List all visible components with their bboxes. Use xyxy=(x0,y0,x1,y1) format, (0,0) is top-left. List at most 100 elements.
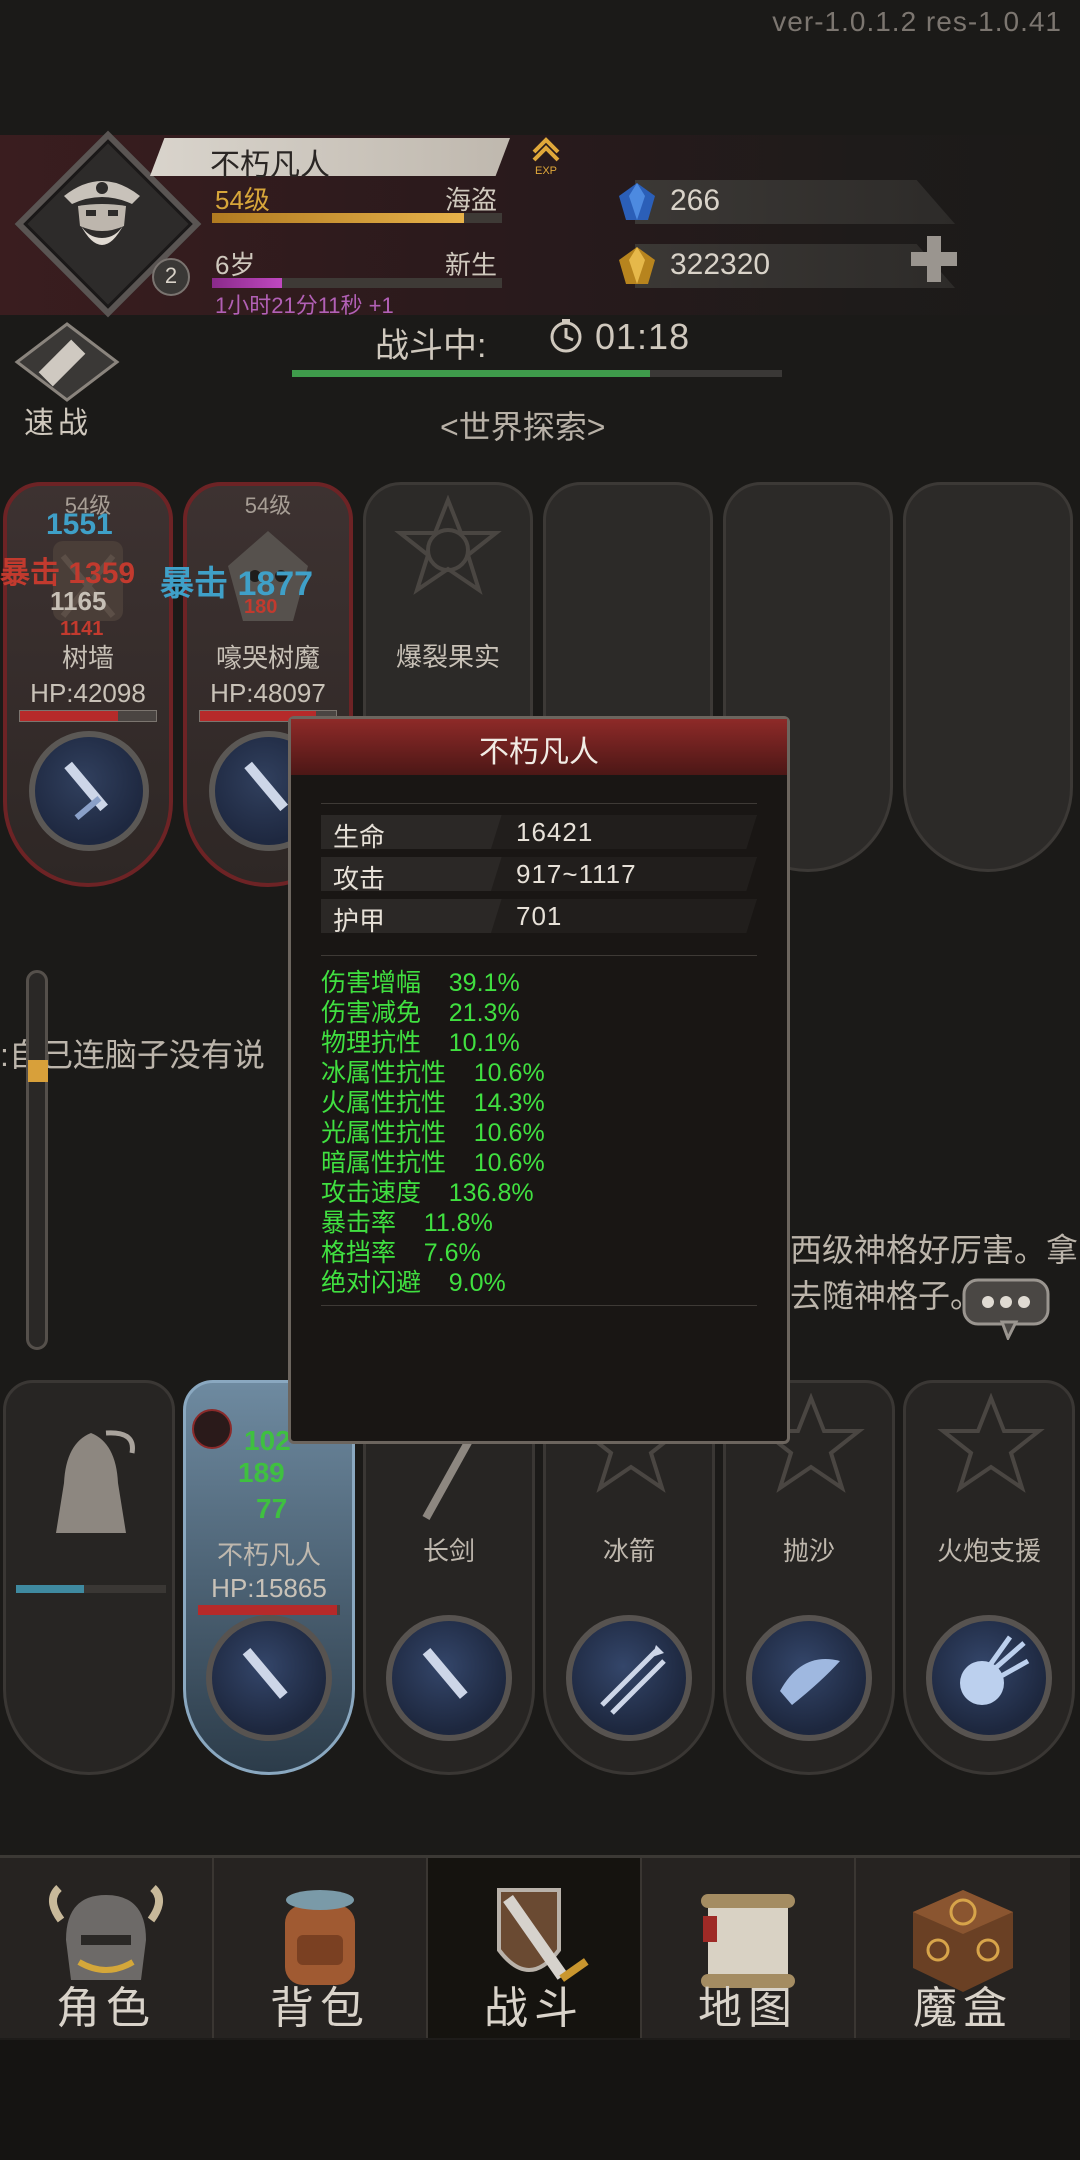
stat-row-armor: 护甲 701 xyxy=(321,899,757,936)
skill-name: 冰箭 xyxy=(602,1536,655,1566)
player-attack-orb[interactable] xyxy=(206,1615,332,1741)
throw-sand-icon xyxy=(780,1659,840,1705)
enemy-hp-bar xyxy=(19,710,157,722)
battle-progress-bar xyxy=(292,370,782,377)
nav-tab-backpack[interactable]: 背包 xyxy=(214,1858,428,2038)
skill-orb[interactable] xyxy=(386,1615,512,1741)
nav-label: 地图 xyxy=(698,1984,798,2033)
gold-crystal-icon xyxy=(619,247,655,284)
buff-icon xyxy=(192,1409,232,1449)
enemy-name: 爆裂果实 xyxy=(395,642,500,672)
party-hp: HP:15865 xyxy=(211,1573,327,1603)
level-progress-bar xyxy=(212,213,502,223)
slider-knob[interactable] xyxy=(28,1060,48,1082)
avatar-badge: 2 xyxy=(152,258,190,296)
version-text: ver-1.0.1.2 res-1.0.41 xyxy=(772,6,1062,37)
gem-counter[interactable]: 266 xyxy=(615,180,955,224)
hexagram-emblem-icon xyxy=(937,1393,1045,1493)
reaper-bar xyxy=(16,1585,166,1593)
stat-value: 701 xyxy=(516,901,563,931)
sword-icon xyxy=(64,761,108,820)
world-explore-label: <世界探索> xyxy=(440,409,606,445)
nav-label: 魔盒 xyxy=(913,1984,1013,2033)
tooltip-title: 不朽凡人 xyxy=(479,736,599,769)
bonus-stat: 绝对闪避 9.0% xyxy=(321,1269,506,1297)
divider xyxy=(321,955,757,956)
enemy-attack-orb[interactable] xyxy=(29,731,149,851)
age-progress-bar xyxy=(212,278,502,288)
enemy-level: 54级 xyxy=(244,493,292,518)
reaper-statue-icon xyxy=(56,1430,135,1533)
name-plate xyxy=(150,138,510,176)
damage-number: 180 xyxy=(244,596,278,618)
skill-orb[interactable] xyxy=(746,1615,872,1741)
quick-battle-icon[interactable] xyxy=(12,322,122,402)
skill-name: 抛沙 xyxy=(782,1536,835,1566)
svg-text:EXP: EXP xyxy=(535,165,557,176)
player-name: 不朽凡人 xyxy=(210,149,330,182)
party-card-reaper[interactable] xyxy=(3,1380,175,1775)
pirate-avatar-icon xyxy=(64,181,140,245)
heal-number: 189 xyxy=(238,1457,285,1488)
player-job: 海盗 xyxy=(445,185,498,215)
nav-tab-battle[interactable]: 战斗 xyxy=(428,1858,642,2038)
nav-tab-map[interactable]: 地图 xyxy=(642,1858,856,2038)
nav-label: 战斗 xyxy=(484,1984,584,2033)
damage-number: 1551 xyxy=(46,508,113,541)
quick-battle-label[interactable]: 速战 xyxy=(24,398,92,442)
divider xyxy=(321,803,757,804)
party-hp-bar xyxy=(198,1605,340,1615)
hexagram-emblem-icon xyxy=(394,495,502,595)
damage-number: 1165 xyxy=(50,586,107,616)
vertical-slider[interactable] xyxy=(26,970,48,1350)
blue-gem-icon xyxy=(619,183,655,220)
empty-enemy-slot xyxy=(903,482,1073,872)
enemy-card-tree-wall[interactable]: 54级 树墙 HP:42098 xyxy=(3,482,173,887)
exp-icon: EXP xyxy=(532,137,560,176)
sword-icon xyxy=(242,1647,288,1699)
divider xyxy=(321,1305,757,1306)
player-level: 54级 xyxy=(215,185,270,215)
stat-name: 攻击 xyxy=(333,864,386,894)
chat-bubble-icon[interactable] xyxy=(962,1278,1050,1340)
enemy-name: 嚎哭树魔 xyxy=(215,643,320,673)
gold-counter[interactable]: 322320 xyxy=(615,244,955,288)
skill-orb[interactable] xyxy=(926,1615,1052,1741)
battle-status: 战斗中: xyxy=(375,327,487,365)
age-timer: 1小时21分11秒 +1 xyxy=(215,293,394,318)
heal-number: 77 xyxy=(256,1493,288,1524)
stat-value: 16421 xyxy=(516,817,594,847)
stat-row-hp: 生命 16421 xyxy=(321,815,757,852)
skill-orb[interactable] xyxy=(566,1615,692,1741)
enemy-hp: HP:42098 xyxy=(30,678,146,708)
gold-count: 322320 xyxy=(670,248,771,281)
cannon-blast-icon xyxy=(960,1635,1030,1705)
heal-number: 102 xyxy=(244,1425,291,1456)
player-age-stage: 新生 xyxy=(445,250,498,280)
party-name: 不朽凡人 xyxy=(216,1540,321,1570)
battle-timer: 01:18 xyxy=(595,316,691,357)
skill-name: 长剑 xyxy=(422,1536,475,1566)
ice-arrow-icon xyxy=(600,1645,666,1715)
stat-name: 生命 xyxy=(333,822,386,852)
nav-label: 角色 xyxy=(56,1984,156,2033)
crit-damage-number: 暴击 1877 xyxy=(160,565,314,603)
stat-row-attack: 攻击 917~1117 xyxy=(321,857,757,894)
add-currency-button[interactable] xyxy=(905,230,965,288)
damage-number: 1141 xyxy=(60,618,104,640)
enemy-hp: HP:48097 xyxy=(210,678,326,708)
nav-label: 背包 xyxy=(270,1984,370,2033)
skill-name: 火炮支援 xyxy=(936,1536,1041,1566)
character-stats-tooltip: 不朽凡人 生命 16421 攻击 917~1117 护甲 701 伤害增幅 39… xyxy=(288,716,790,1444)
stat-value: 917~1117 xyxy=(516,859,637,889)
nav-tab-magic-box[interactable]: 魔盒 xyxy=(856,1858,1070,2038)
sword-icon xyxy=(422,1647,468,1699)
stat-name: 护甲 xyxy=(333,906,386,936)
player-age: 6岁 xyxy=(215,250,256,280)
gem-count: 266 xyxy=(670,184,721,217)
enemy-name: 树墙 xyxy=(61,643,114,673)
nav-tab-character[interactable]: 角色 xyxy=(0,1858,214,2038)
skill-card-cannon-support[interactable]: 火炮支援 xyxy=(903,1380,1075,1775)
bottom-safe-area xyxy=(0,2040,1080,2160)
clock-icon xyxy=(550,319,582,353)
